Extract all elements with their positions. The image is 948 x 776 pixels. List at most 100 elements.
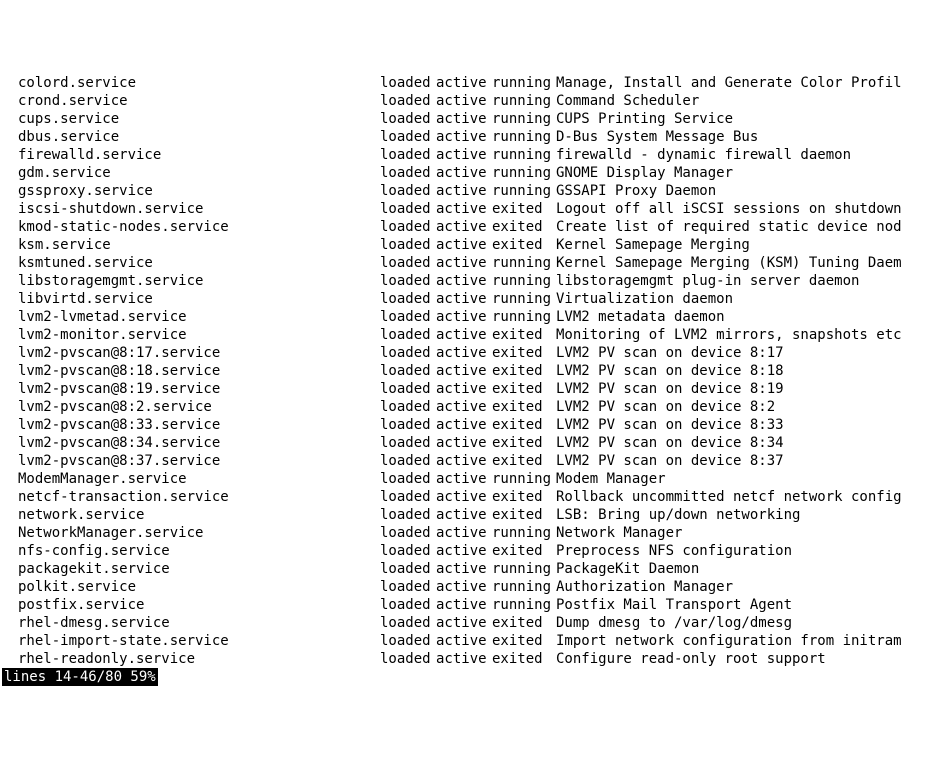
- unit-name: gssproxy.service: [2, 182, 380, 200]
- service-row: netcf-transaction.serviceloadedactiveexi…: [2, 488, 948, 506]
- service-row: rhel-readonly.serviceloadedactiveexited …: [2, 650, 948, 668]
- unit-name: iscsi-shutdown.service: [2, 200, 380, 218]
- load-state: loaded: [380, 596, 436, 614]
- sub-state: exited: [492, 632, 556, 650]
- description: LSB: Bring up/down networking: [556, 506, 800, 524]
- terminal-output[interactable]: colord.serviceloadedactiverunningManage,…: [0, 72, 948, 686]
- service-row: NetworkManager.serviceloadedactiverunnin…: [2, 524, 948, 542]
- description: libstoragemgmt plug-in server daemon: [556, 272, 859, 290]
- sub-state: running: [492, 128, 556, 146]
- description: firewalld - dynamic firewall daemon: [556, 146, 851, 164]
- sub-state: exited: [492, 200, 556, 218]
- service-row: gssproxy.serviceloadedactiverunningGSSAP…: [2, 182, 948, 200]
- active-state: active: [436, 380, 492, 398]
- description: CUPS Printing Service: [556, 110, 733, 128]
- active-state: active: [436, 596, 492, 614]
- sub-state: exited: [492, 614, 556, 632]
- description: Configure read-only root support: [556, 650, 826, 668]
- load-state: loaded: [380, 92, 436, 110]
- description: Network Manager: [556, 524, 682, 542]
- service-row: libvirtd.serviceloadedactiverunningVirtu…: [2, 290, 948, 308]
- active-state: active: [436, 542, 492, 560]
- unit-name: ksm.service: [2, 236, 380, 254]
- load-state: loaded: [380, 614, 436, 632]
- unit-name: lvm2-lvmetad.service: [2, 308, 380, 326]
- unit-name: gdm.service: [2, 164, 380, 182]
- sub-state: running: [492, 164, 556, 182]
- unit-name: polkit.service: [2, 578, 380, 596]
- unit-name: rhel-readonly.service: [2, 650, 380, 668]
- description: Monitoring of LVM2 mirrors, snapshots et…: [556, 326, 902, 344]
- active-state: active: [436, 416, 492, 434]
- active-state: active: [436, 164, 492, 182]
- sub-state: running: [492, 146, 556, 164]
- description: Import network configuration from initra…: [556, 632, 902, 650]
- load-state: loaded: [380, 506, 436, 524]
- service-row: gdm.serviceloadedactiverunningGNOME Disp…: [2, 164, 948, 182]
- load-state: loaded: [380, 218, 436, 236]
- description: LVM2 PV scan on device 8:34: [556, 434, 784, 452]
- unit-name: packagekit.service: [2, 560, 380, 578]
- active-state: active: [436, 632, 492, 650]
- active-state: active: [436, 506, 492, 524]
- load-state: loaded: [380, 164, 436, 182]
- sub-state: running: [492, 560, 556, 578]
- load-state: loaded: [380, 308, 436, 326]
- service-row: iscsi-shutdown.serviceloadedactiveexited…: [2, 200, 948, 218]
- sub-state: exited: [492, 434, 556, 452]
- active-state: active: [436, 74, 492, 92]
- service-row: kmod-static-nodes.serviceloadedactiveexi…: [2, 218, 948, 236]
- sub-state: running: [492, 254, 556, 272]
- service-row: rhel-import-state.serviceloadedactiveexi…: [2, 632, 948, 650]
- service-row: ksmtuned.serviceloadedactiverunningKerne…: [2, 254, 948, 272]
- sub-state: exited: [492, 650, 556, 668]
- active-state: active: [436, 452, 492, 470]
- unit-name: kmod-static-nodes.service: [2, 218, 380, 236]
- sub-state: running: [492, 524, 556, 542]
- active-state: active: [436, 182, 492, 200]
- load-state: loaded: [380, 344, 436, 362]
- load-state: loaded: [380, 542, 436, 560]
- active-state: active: [436, 524, 492, 542]
- sub-state: exited: [492, 488, 556, 506]
- service-row: ModemManager.serviceloadedactiverunningM…: [2, 470, 948, 488]
- service-row: nfs-config.serviceloadedactiveexited Pre…: [2, 542, 948, 560]
- sub-state: running: [492, 308, 556, 326]
- load-state: loaded: [380, 272, 436, 290]
- description: Postfix Mail Transport Agent: [556, 596, 792, 614]
- unit-name: lvm2-pvscan@8:18.service: [2, 362, 380, 380]
- unit-name: cups.service: [2, 110, 380, 128]
- sub-state: running: [492, 596, 556, 614]
- active-state: active: [436, 200, 492, 218]
- unit-name: lvm2-pvscan@8:37.service: [2, 452, 380, 470]
- active-state: active: [436, 344, 492, 362]
- load-state: loaded: [380, 416, 436, 434]
- service-row: lvm2-pvscan@8:18.serviceloadedactiveexit…: [2, 362, 948, 380]
- load-state: loaded: [380, 200, 436, 218]
- description: LVM2 PV scan on device 8:2: [556, 398, 775, 416]
- sub-state: exited: [492, 506, 556, 524]
- load-state: loaded: [380, 110, 436, 128]
- sub-state: running: [492, 74, 556, 92]
- service-row: polkit.serviceloadedactiverunningAuthori…: [2, 578, 948, 596]
- unit-name: ModemManager.service: [2, 470, 380, 488]
- service-row: postfix.serviceloadedactiverunningPostfi…: [2, 596, 948, 614]
- active-state: active: [436, 578, 492, 596]
- service-row: colord.serviceloadedactiverunningManage,…: [2, 74, 948, 92]
- active-state: active: [436, 92, 492, 110]
- description: Authorization Manager: [556, 578, 733, 596]
- service-row: cups.serviceloadedactiverunningCUPS Prin…: [2, 110, 948, 128]
- load-state: loaded: [380, 650, 436, 668]
- unit-name: postfix.service: [2, 596, 380, 614]
- unit-name: rhel-dmesg.service: [2, 614, 380, 632]
- service-row: lvm2-pvscan@8:37.serviceloadedactiveexit…: [2, 452, 948, 470]
- description: Virtualization daemon: [556, 290, 733, 308]
- service-row: crond.serviceloadedactiverunningCommand …: [2, 92, 948, 110]
- sub-state: running: [492, 92, 556, 110]
- load-state: loaded: [380, 236, 436, 254]
- active-state: active: [436, 146, 492, 164]
- active-state: active: [436, 560, 492, 578]
- active-state: active: [436, 488, 492, 506]
- service-row: ksm.serviceloadedactiveexited Kernel Sam…: [2, 236, 948, 254]
- service-row: firewalld.serviceloadedactiverunningfire…: [2, 146, 948, 164]
